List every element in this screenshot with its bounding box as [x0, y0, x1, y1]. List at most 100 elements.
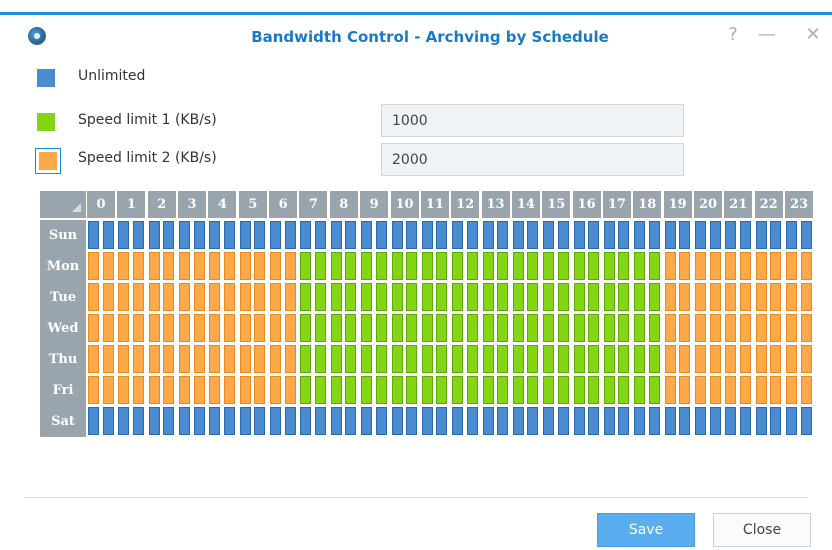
schedule-cell[interactable]	[436, 345, 448, 373]
schedule-cell[interactable]	[603, 252, 615, 280]
schedule-cell[interactable]	[452, 252, 464, 280]
schedule-cell[interactable]	[270, 345, 282, 373]
day-header-thu[interactable]: Thu	[40, 344, 86, 375]
hour-header-8[interactable]: 8	[329, 191, 358, 218]
schedule-cell[interactable]	[361, 221, 373, 249]
schedule-cell[interactable]	[466, 314, 478, 342]
schedule-cell[interactable]	[345, 221, 357, 249]
schedule-cell[interactable]	[725, 376, 737, 404]
schedule-cell[interactable]	[102, 283, 114, 311]
schedule-cell[interactable]	[361, 407, 373, 435]
schedule-cell[interactable]	[557, 221, 569, 249]
schedule-cell[interactable]	[300, 407, 312, 435]
day-header-tue[interactable]: Tue	[40, 282, 86, 313]
schedule-cell[interactable]	[573, 407, 585, 435]
schedule-cell[interactable]	[573, 283, 585, 311]
schedule-cell[interactable]	[452, 314, 464, 342]
schedule-cell[interactable]	[361, 283, 373, 311]
schedule-cell[interactable]	[254, 221, 266, 249]
schedule-cell[interactable]	[512, 221, 524, 249]
schedule-cell[interactable]	[527, 345, 539, 373]
schedule-cell[interactable]	[102, 221, 114, 249]
schedule-cell[interactable]	[786, 314, 798, 342]
schedule-cell[interactable]	[361, 314, 373, 342]
hour-header-9[interactable]: 9	[360, 191, 389, 218]
schedule-cell[interactable]	[466, 252, 478, 280]
schedule-cell[interactable]	[330, 252, 342, 280]
schedule-cell[interactable]	[452, 376, 464, 404]
speed-limit-1-input[interactable]	[381, 104, 684, 137]
schedule-cell[interactable]	[725, 314, 737, 342]
hour-header-19[interactable]: 19	[663, 191, 692, 218]
schedule-cell[interactable]	[770, 314, 782, 342]
schedule-cell[interactable]	[800, 314, 812, 342]
schedule-cell[interactable]	[102, 314, 114, 342]
schedule-cell[interactable]	[223, 376, 235, 404]
schedule-cell[interactable]	[755, 314, 767, 342]
schedule-cell[interactable]	[148, 283, 160, 311]
schedule-cell[interactable]	[527, 252, 539, 280]
schedule-cell[interactable]	[452, 407, 464, 435]
schedule-cell[interactable]	[800, 283, 812, 311]
schedule-cell[interactable]	[361, 252, 373, 280]
schedule-cell[interactable]	[406, 376, 417, 404]
schedule-cell[interactable]	[725, 221, 737, 249]
schedule-cell[interactable]	[755, 221, 767, 249]
schedule-cell[interactable]	[345, 376, 357, 404]
schedule-cell[interactable]	[588, 345, 600, 373]
schedule-cell[interactable]	[421, 314, 433, 342]
schedule-cell[interactable]	[436, 283, 448, 311]
schedule-cell[interactable]	[664, 221, 676, 249]
day-header-wed[interactable]: Wed	[40, 313, 86, 344]
schedule-cell[interactable]	[270, 314, 282, 342]
schedule-cell[interactable]	[725, 407, 737, 435]
schedule-cell[interactable]	[284, 283, 296, 311]
schedule-cell[interactable]	[132, 314, 144, 342]
schedule-cell[interactable]	[375, 407, 387, 435]
schedule-cell[interactable]	[132, 283, 144, 311]
schedule-cell[interactable]	[603, 376, 615, 404]
schedule-cell[interactable]	[345, 345, 357, 373]
schedule-cell[interactable]	[406, 314, 417, 342]
schedule-cell[interactable]	[254, 283, 266, 311]
schedule-cell[interactable]	[618, 221, 630, 249]
minimize-icon[interactable]: —	[756, 24, 778, 46]
schedule-cell[interactable]	[725, 345, 737, 373]
schedule-cell[interactable]	[679, 345, 691, 373]
schedule-cell[interactable]	[375, 345, 387, 373]
schedule-cell[interactable]	[406, 345, 417, 373]
schedule-cell[interactable]	[193, 345, 205, 373]
schedule-cell[interactable]	[709, 314, 721, 342]
schedule-cell[interactable]	[193, 221, 205, 249]
hour-header-18[interactable]: 18	[633, 191, 662, 218]
schedule-cell[interactable]	[739, 345, 751, 373]
schedule-cell[interactable]	[254, 407, 266, 435]
hour-header-21[interactable]: 21	[724, 191, 753, 218]
schedule-cell[interactable]	[148, 314, 160, 342]
schedule-cell[interactable]	[512, 345, 524, 373]
schedule-cell[interactable]	[148, 376, 160, 404]
schedule-cell[interactable]	[573, 376, 585, 404]
schedule-cell[interactable]	[648, 407, 660, 435]
schedule-cell[interactable]	[118, 376, 130, 404]
schedule-cell[interactable]	[557, 252, 569, 280]
save-button[interactable]: Save	[597, 513, 695, 547]
close-icon[interactable]: ✕	[802, 24, 824, 46]
schedule-cell[interactable]	[148, 252, 160, 280]
schedule-cell[interactable]	[755, 345, 767, 373]
schedule-cell[interactable]	[118, 221, 130, 249]
hour-header-4[interactable]: 4	[208, 191, 237, 218]
schedule-cell[interactable]	[800, 221, 812, 249]
schedule-cell[interactable]	[770, 376, 782, 404]
schedule-cell[interactable]	[557, 376, 569, 404]
schedule-cell[interactable]	[345, 283, 357, 311]
schedule-cell[interactable]	[664, 314, 676, 342]
schedule-cell[interactable]	[618, 283, 630, 311]
schedule-cell[interactable]	[148, 345, 160, 373]
schedule-cell[interactable]	[512, 283, 524, 311]
schedule-cell[interactable]	[209, 221, 221, 249]
schedule-cell[interactable]	[179, 407, 191, 435]
schedule-cell[interactable]	[695, 376, 706, 404]
schedule-cell[interactable]	[573, 252, 585, 280]
schedule-cell[interactable]	[466, 345, 478, 373]
